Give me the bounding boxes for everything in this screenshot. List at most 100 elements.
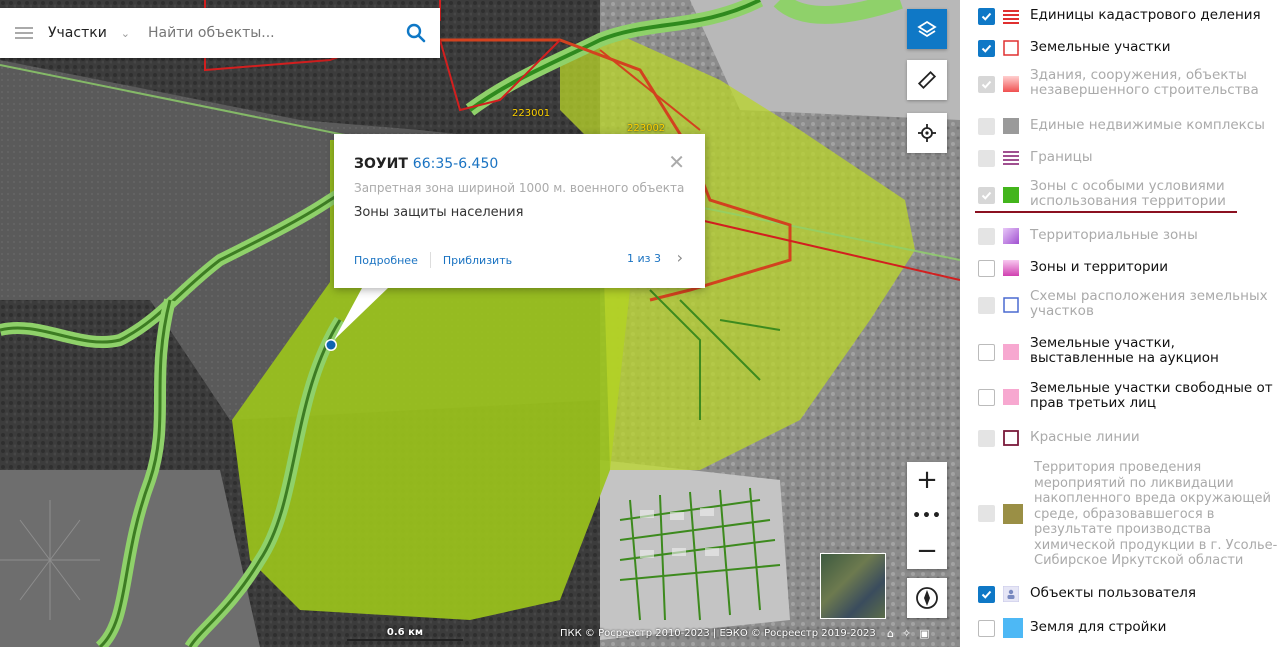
layer-item[interactable]: Красные линии (960, 427, 1280, 447)
zoom-controls: + ••• − (907, 462, 947, 569)
layer-checkbox[interactable] (978, 186, 995, 204)
map-attribution: ПКК © Росреестр 2010-2023 | ЕЭКО © Росре… (560, 628, 876, 639)
zoom-in-button[interactable]: + (907, 462, 947, 498)
layer-swatch-icon (1003, 228, 1019, 244)
layer-item[interactable]: Объекты пользователя (960, 583, 1280, 603)
layer-label: Объекты пользователя (1030, 584, 1197, 601)
search-scope-dropdown[interactable]: Участки ⌄ (48, 25, 136, 41)
ruler-button[interactable] (907, 60, 947, 100)
layer-checkbox[interactable] (978, 619, 995, 637)
close-icon[interactable]: ✕ (668, 150, 685, 174)
layer-swatch-icon (1002, 585, 1020, 603)
layer-checkbox[interactable] (978, 296, 995, 314)
layer-checkbox[interactable] (978, 75, 995, 93)
layer-checkbox[interactable] (978, 39, 995, 57)
zoom-out-button[interactable]: − (907, 533, 947, 569)
search-scope-label: Участки (48, 25, 107, 41)
layer-checkbox[interactable] (978, 259, 995, 277)
scale-label: 0.6 км (386, 627, 424, 638)
footer-icons: ⌂ ✧ ▣ (887, 627, 930, 640)
layer-swatch-icon (1003, 618, 1023, 638)
divider (429, 252, 431, 268)
layer-label: Единые недвижимые комплексы (1030, 116, 1265, 133)
layer-checkbox[interactable] (978, 343, 995, 361)
layer-swatch-icon (1003, 40, 1019, 56)
crosshair-small-icon[interactable]: ✧ (902, 627, 911, 640)
search-button[interactable] (392, 8, 440, 58)
hamburger-icon (15, 32, 33, 34)
layer-label: Земля для стройки (1030, 618, 1167, 635)
compass-icon (916, 587, 938, 609)
basemap-switcher-thumbnail[interactable] (820, 553, 886, 619)
layer-item[interactable]: Схемы расположения земельных участков (960, 289, 1280, 319)
layer-label: Зоны с особыми условиями использования т… (1030, 178, 1226, 209)
layer-checkbox[interactable] (978, 149, 995, 167)
layer-item[interactable]: Земля для стройки (960, 617, 1280, 638)
layer-swatch-icon (1003, 260, 1019, 276)
search-icon (406, 23, 426, 43)
layer-item[interactable]: Земельные участки свободные от прав трет… (960, 381, 1280, 411)
popup-zone-type: Зоны защиты населения (354, 205, 524, 220)
menu-button[interactable] (0, 8, 48, 58)
popup-actions: Подробнее Приблизить (354, 252, 512, 268)
layer-swatch-icon (1003, 150, 1019, 166)
layer-item[interactable]: Границы (960, 147, 1280, 167)
locate-point-button[interactable] (907, 113, 947, 153)
layer-item[interactable]: Здания, сооружения, объекты незавершенно… (960, 68, 1280, 98)
layer-item[interactable]: Земельные участки, выставленные на аукци… (960, 336, 1280, 366)
map-imagery (0, 0, 960, 647)
crosshair-icon (918, 124, 936, 142)
layers-panel: Единицы кадастрового деления Земельные уч… (960, 0, 1280, 647)
layer-checkbox[interactable] (978, 429, 995, 447)
layer-item[interactable]: Единицы кадастрового деления (960, 5, 1280, 25)
chevron-down-icon: ⌄ (120, 26, 130, 40)
layer-swatch-icon (1003, 389, 1019, 405)
layer-item[interactable]: Зоны с особыми условиями использования т… (960, 179, 1280, 209)
layer-checkbox[interactable] (978, 585, 995, 603)
compass-button[interactable] (907, 578, 947, 618)
layers-icon (917, 20, 937, 38)
zoom-to-link[interactable]: Приблизить (443, 254, 512, 267)
details-link[interactable]: Подробнее (354, 254, 418, 267)
layer-label: Единицы кадастрового деления (1030, 6, 1261, 23)
layer-swatch-icon (1003, 503, 1023, 524)
map-canvas[interactable]: 223001 223002 Участки ⌄ Найти объекты...… (0, 0, 960, 647)
layer-item[interactable]: Единые недвижимые комплексы (960, 115, 1280, 135)
zoom-more-button[interactable]: ••• (907, 498, 947, 533)
layer-item[interactable]: Зоны и территории (960, 257, 1280, 277)
layer-checkbox[interactable] (978, 117, 995, 135)
layer-label: Земельные участки свободные от прав трет… (1030, 380, 1273, 411)
scale-line (347, 639, 463, 641)
chevron-right-icon[interactable]: › (677, 248, 683, 267)
layer-swatch-icon (1003, 118, 1019, 134)
layers-button[interactable] (907, 9, 947, 49)
layer-label: Схемы расположения земельных участков (1030, 288, 1268, 319)
layer-label: Территория проведения мероприятий по лик… (1034, 460, 1278, 568)
layer-swatch-icon (1003, 344, 1019, 360)
layer-item[interactable]: Территория проведения мероприятий по лик… (960, 460, 1280, 568)
popup-description: Запретная зона шириной 1000 м. военного … (354, 181, 684, 195)
layer-label: Земельные участки (1030, 38, 1171, 55)
layer-checkbox[interactable] (978, 227, 995, 245)
feature-popup: ЗОУИТ 66:35-6.450 ✕ Запретная зона ширин… (334, 134, 705, 288)
layer-swatch-icon (1003, 8, 1019, 24)
parcel-label-223001: 223001 (512, 108, 551, 119)
layer-swatch-icon (1003, 76, 1019, 92)
layer-checkbox[interactable] (978, 7, 995, 25)
layer-label: Здания, сооружения, объекты незавершенно… (1030, 67, 1259, 98)
layer-checkbox[interactable] (978, 388, 995, 406)
layer-label: Земельные участки, выставленные на аукци… (1030, 335, 1219, 366)
fullscreen-icon[interactable]: ▣ (919, 627, 929, 640)
search-input[interactable] (136, 13, 392, 53)
layer-item[interactable]: Земельные участки (960, 37, 1280, 57)
layer-label: Границы (1030, 148, 1093, 165)
scale-bar: 0.6 км (347, 627, 463, 641)
layer-item[interactable]: Территориальные зоны (960, 225, 1280, 245)
layer-swatch-icon (1003, 187, 1019, 203)
layer-swatch-icon (1003, 430, 1019, 446)
layer-label: Зоны и территории (1030, 258, 1169, 275)
popup-cadastral-number[interactable]: 66:35-6.450 (413, 156, 498, 172)
popup-counter: 1 из 3 (627, 252, 661, 265)
layer-checkbox[interactable] (978, 505, 995, 522)
home-icon[interactable]: ⌂ (887, 627, 894, 640)
